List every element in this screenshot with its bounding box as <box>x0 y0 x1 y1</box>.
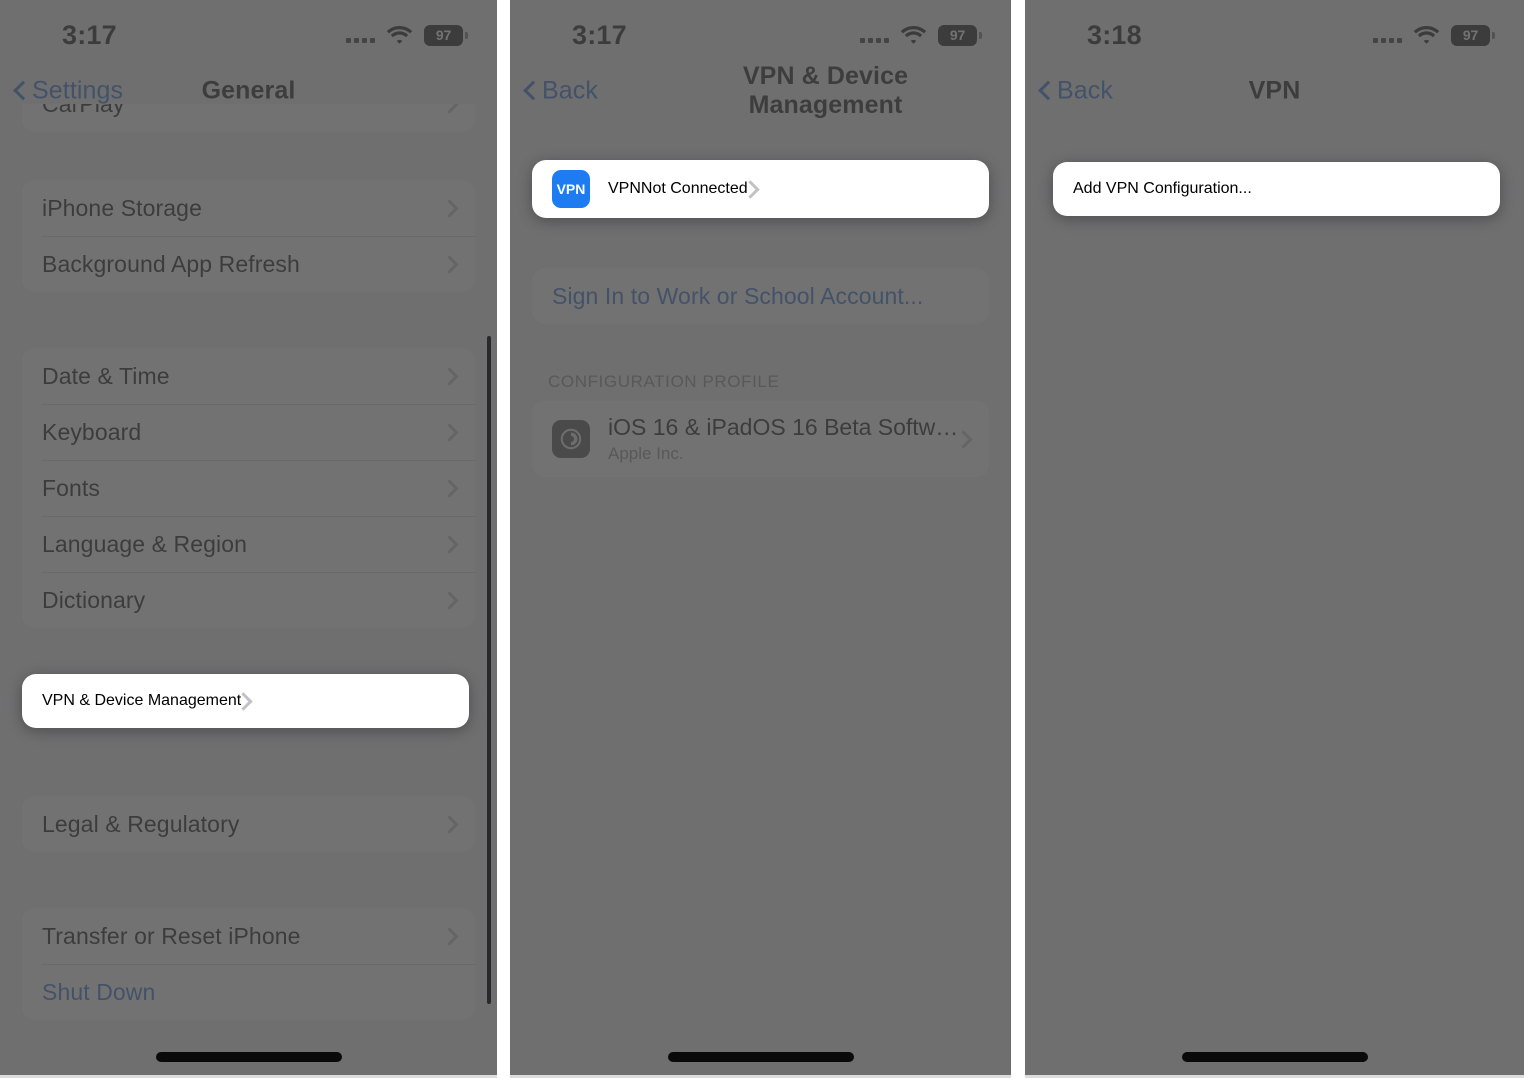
chevron-right-icon <box>748 180 759 199</box>
group-storage: iPhone Storage Background App Refresh <box>22 180 475 292</box>
nav-bar-vpn-device-management: Back VPN & Device Management <box>510 62 1011 120</box>
status-time: 3:17 <box>62 19 117 50</box>
list-item-background-app-refresh[interactable]: Background App Refresh <box>22 236 475 292</box>
list-item-fonts[interactable]: Fonts <box>22 460 475 516</box>
highlighted-list-item-vpn[interactable]: VPN VPN Not Connected <box>532 160 989 218</box>
list-item-label: Fonts <box>42 474 101 501</box>
page-title: General <box>201 76 296 105</box>
highlighted-list-item-vpn-device-management[interactable]: VPN & Device Management <box>22 674 469 728</box>
battery-level: 97 <box>1462 27 1479 43</box>
list-item-language-region[interactable]: Language & Region <box>22 516 475 572</box>
group-localization: Date & Time Keyboard Fonts Language & Re… <box>22 348 475 628</box>
chevron-right-icon <box>447 479 458 498</box>
settings-list-general: CarPlay iPhone Storage Background App Re… <box>0 104 497 1078</box>
chevron-right-icon <box>447 535 458 554</box>
list-item-iphone-storage[interactable]: iPhone Storage <box>22 180 475 236</box>
vpn-device-list: Sign In to Work or School Account... CON… <box>510 158 1011 1078</box>
screen-general: 3:17 97 Settings General iPhone Storage … <box>0 0 497 1078</box>
battery-level: 97 <box>949 27 966 43</box>
battery-indicator: 97 <box>424 24 468 46</box>
group-sign-in: Sign In to Work or School Account... <box>532 268 989 324</box>
list-item-label: CarPlay <box>42 104 125 118</box>
list-item-label: VPN & Device Management <box>42 692 242 709</box>
list-item-shut-down[interactable]: Shut Down <box>22 964 475 1020</box>
nav-bar-vpn: Back VPN <box>1025 62 1524 120</box>
vpn-icon-label: VPN <box>556 181 586 197</box>
section-header-configuration-profile: CONFIGURATION PROFILE <box>548 372 780 391</box>
list-item-label: Keyboard <box>42 418 142 445</box>
vpn-list <box>1025 158 1524 1078</box>
group-carplay: CarPlay <box>22 104 475 132</box>
phone-panel-vpn: 3:18 97 Back VPN Add VPN Configuration..… <box>1025 0 1524 1078</box>
profile-subtitle: Apple Inc. <box>608 444 684 463</box>
list-item-label: Background App Refresh <box>42 250 300 277</box>
screenshot-stage: 3:17 97 Settings General iPhone Storage … <box>0 0 1524 1078</box>
profile-text: iOS 16 & iPadOS 16 Beta Softwar... Apple… <box>608 414 961 464</box>
chevron-right-icon <box>447 367 458 386</box>
group-legal: Legal & Regulatory <box>22 796 475 852</box>
status-indicators: 97 <box>346 24 468 46</box>
cellular-dots-icon <box>860 28 889 43</box>
status-indicators: 97 <box>860 24 982 46</box>
home-indicator <box>1181 1052 1368 1062</box>
wifi-icon <box>386 25 413 45</box>
group-configuration-profile: iOS 16 & iPadOS 16 Beta Softwar... Apple… <box>532 401 989 477</box>
home-indicator <box>155 1052 342 1062</box>
list-item-label: VPN <box>608 180 641 197</box>
chevron-right-icon <box>447 104 458 114</box>
list-item-label: Transfer or Reset iPhone <box>42 922 301 949</box>
list-item-keyboard[interactable]: Keyboard <box>22 404 475 460</box>
list-item-dictionary[interactable]: Dictionary <box>22 572 475 628</box>
list-item-label: Shut Down <box>42 978 156 1005</box>
list-item-label: Language & Region <box>42 530 248 557</box>
panel-separator-2 <box>1011 0 1025 1078</box>
cellular-dots-icon <box>1373 28 1402 43</box>
phone-panel-general: 3:17 97 Settings General iPhone Storage … <box>0 0 497 1078</box>
list-item-sign-in-work-school[interactable]: Sign In to Work or School Account... <box>532 268 989 324</box>
battery-level: 97 <box>435 27 452 43</box>
chevron-right-icon <box>447 815 458 834</box>
list-item-label: Legal & Regulatory <box>42 810 240 837</box>
battery-indicator: 97 <box>938 24 982 46</box>
wifi-icon <box>1413 25 1440 45</box>
list-item-label: Sign In to Work or School Account... <box>552 282 924 309</box>
vpn-status-value: Not Connected <box>640 180 748 197</box>
chevron-right-icon <box>447 423 458 442</box>
battery-indicator: 97 <box>1451 24 1495 46</box>
list-item-carplay[interactable]: CarPlay <box>22 104 475 132</box>
page-title: VPN & Device Management <box>742 62 909 119</box>
chevron-right-icon <box>241 692 252 711</box>
profile-title: iOS 16 & iPadOS 16 Beta Softwar... <box>608 414 961 440</box>
status-bar: 3:17 97 <box>510 0 1011 62</box>
chevron-right-icon <box>447 255 458 274</box>
chevron-right-icon <box>447 199 458 218</box>
status-bar: 3:18 97 <box>1025 0 1524 62</box>
configuration-profile-icon <box>552 420 590 458</box>
chevron-right-icon <box>447 927 458 946</box>
home-indicator <box>667 1052 854 1062</box>
add-vpn-configuration-label: Add VPN Configuration... <box>1073 180 1252 197</box>
wifi-icon <box>900 25 927 45</box>
list-item-configuration-profile[interactable]: iOS 16 & iPadOS 16 Beta Softwar... Apple… <box>532 401 989 477</box>
phone-panel-vpn-device-management: 3:17 97 Back VPN & Device Management Sig… <box>510 0 1011 1078</box>
panel-separator-1 <box>497 0 510 1078</box>
page-title: VPN <box>1248 76 1301 105</box>
status-time: 3:18 <box>1087 19 1142 50</box>
cellular-dots-icon <box>346 28 375 43</box>
highlighted-add-vpn-configuration-button[interactable]: Add VPN Configuration... <box>1053 162 1500 216</box>
list-item-label: iPhone Storage <box>42 194 202 221</box>
list-item-date-time[interactable]: Date & Time <box>22 348 475 404</box>
list-item-transfer-reset-iphone[interactable]: Transfer or Reset iPhone <box>22 908 475 964</box>
scrollbar[interactable] <box>487 336 491 1004</box>
vpn-app-icon: VPN <box>552 170 590 208</box>
group-reset: Transfer or Reset iPhone Shut Down <box>22 908 475 1020</box>
list-item-label: Dictionary <box>42 586 146 613</box>
list-item-legal-regulatory[interactable]: Legal & Regulatory <box>22 796 475 852</box>
list-item-label: Date & Time <box>42 362 170 389</box>
status-bar: 3:17 97 <box>0 0 497 62</box>
chevron-right-icon <box>961 430 972 449</box>
status-indicators: 97 <box>1373 24 1495 46</box>
chevron-right-icon <box>447 591 458 610</box>
status-time: 3:17 <box>572 19 627 50</box>
